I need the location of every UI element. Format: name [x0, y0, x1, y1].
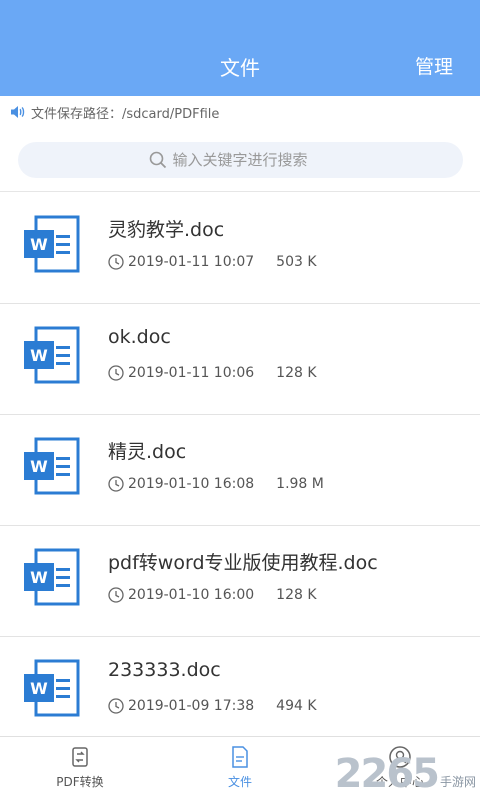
save-path-text: 文件保存路径：/sdcard/PDFfile — [31, 106, 220, 122]
word-document-icon: W — [24, 437, 80, 495]
document-icon — [232, 746, 248, 768]
svg-text:W: W — [30, 346, 48, 365]
file-list: W 灵豹教学.doc 2019-01-11 10:07 503 K W ok.d… — [0, 193, 480, 748]
file-name: 233333.doc — [108, 659, 221, 681]
tab-label: PDF转换 — [56, 775, 104, 789]
file-date: 2019-01-10 16:00 — [128, 587, 255, 603]
watermark-logo: 2265 手游网 — [335, 754, 476, 794]
svg-text:W: W — [30, 457, 48, 476]
file-date: 2019-01-11 10:07 — [128, 254, 255, 270]
file-name: 精灵.doc — [108, 441, 187, 463]
app-header: 文件 管理 — [0, 0, 480, 96]
file-meta: 2019-01-11 10:06 128 K — [108, 365, 317, 381]
svg-text:W: W — [30, 679, 48, 698]
clock-icon — [108, 587, 124, 603]
file-item[interactable]: W pdf转word专业版使用教程.doc 2019-01-10 16:00 1… — [0, 526, 480, 637]
file-item[interactable]: W 灵豹教学.doc 2019-01-11 10:07 503 K — [0, 193, 480, 304]
file-size: 128 K — [276, 365, 317, 381]
clock-icon — [108, 476, 124, 492]
watermark-number: 2265 — [334, 751, 440, 797]
file-item[interactable]: W ok.doc 2019-01-11 10:06 128 K — [0, 304, 480, 415]
file-size: 128 K — [276, 587, 317, 603]
file-date: 2019-01-09 17:38 — [128, 698, 255, 714]
search-icon — [149, 151, 166, 169]
clock-icon — [108, 698, 124, 714]
file-name: ok.doc — [108, 326, 171, 348]
file-name: pdf转word专业版使用教程.doc — [108, 552, 378, 574]
file-item[interactable]: W 233333.doc 2019-01-09 17:38 494 K — [0, 637, 480, 748]
tab-files[interactable]: 文件 — [180, 745, 300, 790]
file-size: 494 K — [276, 698, 317, 714]
clock-icon — [108, 365, 124, 381]
word-document-icon: W — [24, 215, 80, 273]
save-path-bar: 文件保存路径：/sdcard/PDFfile — [0, 96, 480, 128]
file-meta: 2019-01-10 16:08 1.98 M — [108, 476, 324, 492]
search-box[interactable] — [18, 142, 463, 178]
watermark-text: 手游网 — [439, 775, 476, 789]
svg-text:W: W — [30, 568, 48, 587]
word-document-icon: W — [24, 659, 80, 717]
file-date: 2019-01-11 10:06 — [128, 365, 255, 381]
clock-icon — [108, 254, 124, 270]
tab-label: 文件 — [227, 775, 252, 789]
page-title: 文件 — [220, 56, 260, 80]
file-meta: 2019-01-10 16:00 128 K — [108, 587, 317, 603]
word-document-icon: W — [24, 548, 80, 606]
file-meta: 2019-01-09 17:38 494 K — [108, 698, 317, 714]
search-section — [0, 128, 480, 192]
file-date: 2019-01-10 16:08 — [128, 476, 255, 492]
file-name: 灵豹教学.doc — [108, 219, 225, 241]
convert-icon — [72, 747, 88, 767]
file-item[interactable]: W 精灵.doc 2019-01-10 16:08 1.98 M — [0, 415, 480, 526]
word-document-icon: W — [24, 326, 80, 384]
tab-pdf-convert[interactable]: PDF转换 — [20, 745, 140, 790]
search-input[interactable] — [172, 151, 333, 169]
svg-text:W: W — [30, 235, 48, 254]
manage-button[interactable]: 管理 — [415, 52, 453, 79]
speaker-icon — [11, 106, 25, 118]
file-size: 1.98 M — [276, 476, 324, 492]
file-meta: 2019-01-11 10:07 503 K — [108, 254, 317, 270]
file-size: 503 K — [276, 254, 317, 270]
